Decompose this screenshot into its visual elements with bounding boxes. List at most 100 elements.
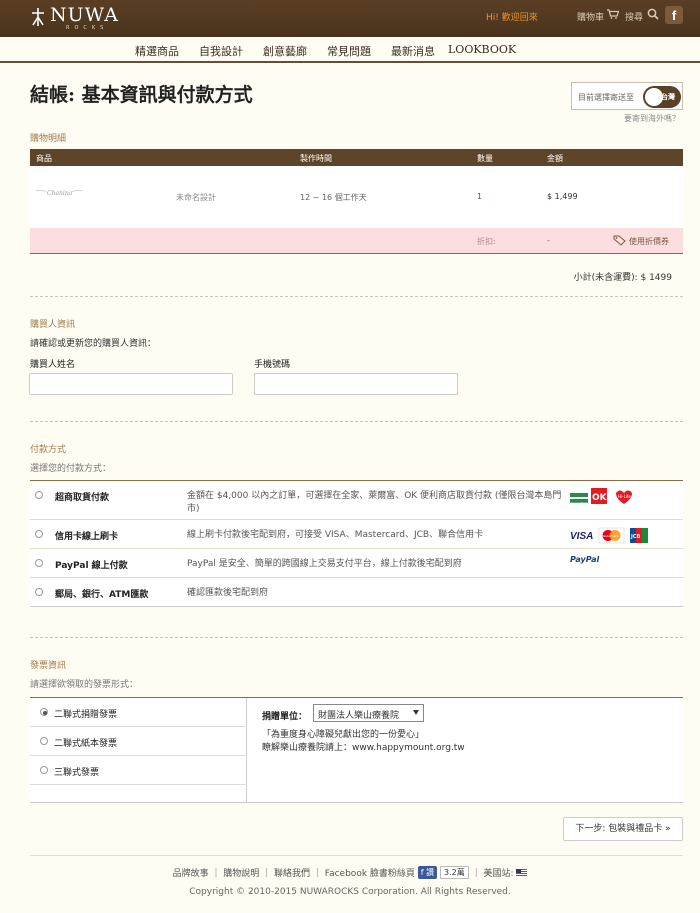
buyer-name-label: 購買人姓名 (30, 360, 76, 370)
invoice-box: 二聯式捐贈發票 二聯式紙本發票 三聯式發票 捐贈單位： 財團法人樂山療養院 「為… (30, 697, 683, 803)
chevron-down-icon (413, 710, 419, 715)
ship-abroad-link[interactable]: 要寄到海外嗎？ (624, 113, 680, 124)
header-amount: 金額 (547, 154, 563, 163)
donate-select-value: 財團法人樂山療養院 (318, 711, 400, 721)
cvs-logos: FamilyMart OK Hi-Life (570, 487, 650, 505)
invoice-option-triplicate[interactable]: 三聯式發票 (30, 756, 247, 785)
fb-like-count: 3.2萬 (440, 866, 469, 879)
discount-row: 折扣: - 使用折價券 (30, 228, 683, 254)
footer-links: 品牌故事 ｜ 購物說明 ｜ 聯絡我們 ｜ Facebook 臉書粉絲頁 f 讚 … (0, 866, 700, 879)
credit-card-logos-icon: VISA MasterCard JCB (570, 527, 648, 544)
payment-radio[interactable] (35, 559, 43, 567)
country-value: 台灣 (661, 93, 675, 101)
invoice-options: 二聯式捐贈發票 二聯式紙本發票 三聯式發票 (30, 698, 247, 803)
payment-name: PayPal 線上付款 (55, 561, 128, 571)
nav-item-lookbook[interactable]: LOOKBOOK (448, 43, 516, 56)
copyright: Copyright © 2010-2015 NUWAROCKS Corporat… (189, 887, 511, 897)
logo-sub: ROCKS (66, 25, 109, 31)
nav-item-featured[interactable]: 精選商品 (135, 43, 179, 59)
country-selector[interactable]: 目前選擇寄送至 台灣 (571, 82, 683, 110)
invoice-section-label: 發票資訊 (30, 661, 67, 671)
nav-item-faq[interactable]: 常見問題 (327, 43, 371, 59)
donate-select[interactable]: 財團法人樂山療養院 (313, 704, 424, 722)
us-site-label: ｜ 美國站: (471, 869, 514, 879)
svg-text:MasterCard: MasterCard (601, 534, 618, 538)
footer-nav-links[interactable]: 品牌故事 ｜ 購物說明 ｜ 聯絡我們 ｜ Facebook 臉書粉絲頁 (173, 866, 415, 879)
product-thumbnail[interactable]: Chanina (34, 186, 84, 200)
next-step-button[interactable]: 下一步: 包裝與禮品卡 » (563, 817, 683, 841)
country-badge[interactable]: 台灣 (643, 86, 681, 108)
invoice-radio-selected[interactable] (40, 708, 48, 716)
payment-name: 郵局、銀行、ATM匯款 (55, 590, 149, 600)
payment-desc: 金額在 $4,000 以內之訂單，可選擇在全家、萊爾富、OK 便利商店取貨付款 … (187, 491, 562, 514)
buyer-name-input[interactable] (29, 373, 233, 395)
buyer-phone-input[interactable] (254, 373, 458, 395)
invoice-option-donate[interactable]: 二聯式捐贈發票 (30, 698, 247, 727)
header-production: 製作時間 (300, 154, 332, 163)
discount-value: - (547, 236, 550, 245)
header-product: 商品 (36, 154, 52, 163)
us-flag-icon[interactable] (516, 869, 528, 876)
search-link[interactable]: 搜尋 (625, 10, 643, 23)
payment-option-credit-card[interactable]: 信用卡線上刷卡 線上刷卡付款後宅配到府，可接受 VISA、Mastercard、… (30, 520, 683, 549)
payment-desc: PayPal 是安全、簡單的跨國線上交易支付平台，線上付款後宅配到府 (187, 559, 462, 569)
coupon-tag-icon[interactable] (613, 234, 627, 246)
subtotal: 小計(未含運費): $ 1499 (573, 273, 672, 283)
country-label: 目前選擇寄送至 (578, 93, 634, 102)
cart-link[interactable]: 購物車 (577, 10, 604, 23)
cart-row: Chanina 未命名設計 12 ~ 16 個工作天 1 $ 1,499 (30, 166, 683, 228)
discount-label: 折扣: (477, 237, 496, 246)
payment-hint: 選擇您的付款方式： (30, 464, 112, 474)
donate-link[interactable]: 瞭解樂山療養院請上：www.happymount.org.tw (262, 740, 465, 753)
invoice-radio[interactable] (40, 766, 48, 774)
invoice-option-paper[interactable]: 二聯式紙本發票 (30, 727, 247, 756)
payment-name: 信用卡線上刷卡 (55, 532, 119, 542)
invoice-hint: 請選擇欲領取的發票形式： (30, 680, 139, 690)
facebook-icon[interactable]: f (665, 6, 683, 24)
svg-text:JCB: JCB (630, 534, 641, 540)
page-title: 結帳: 基本資訊與付款方式 (30, 84, 253, 106)
fb-like-button[interactable]: f 讚 (417, 866, 438, 879)
logo-name: NUWA (50, 4, 119, 26)
divider (30, 421, 683, 422)
payment-radio[interactable] (35, 530, 43, 538)
payment-name: 超商取貨付款 (55, 493, 110, 503)
product-name: 未命名設計 (176, 193, 216, 202)
paypal-logo: PayPal (570, 555, 600, 564)
svg-text:Chanina: Chanina (47, 190, 73, 197)
item-amount: $ 1,499 (547, 192, 578, 201)
buyer-phone-label: 手機號碼 (254, 360, 291, 370)
payment-option-atm[interactable]: 郵局、銀行、ATM匯款 確認匯款後宅配到府 (30, 578, 683, 607)
cart-table-header: 商品 製作時間 數量 金額 (30, 149, 683, 166)
fb-like-label: 讚 (426, 868, 435, 877)
payment-option-paypal[interactable]: PayPal 線上付款 PayPal 是安全、簡單的跨國線上交易支付平台，線上付… (30, 549, 683, 578)
svg-text:OK: OK (592, 493, 608, 503)
invoice-option-label: 三聯式發票 (54, 768, 100, 778)
svg-text:Hi-Life: Hi-Life (618, 494, 631, 499)
payment-desc: 確認匯款後宅配到府 (187, 588, 269, 598)
nav-item-design[interactable]: 自我設計 (199, 43, 243, 59)
cart-section-label: 購物明細 (30, 134, 67, 144)
greeting-link[interactable]: Hi! 歡迎回來 (486, 10, 538, 23)
top-bar: NUWA ROCKS Hi! 歡迎回來 購物車 搜尋 f (0, 0, 700, 37)
nav-item-gallery[interactable]: 創意藝廊 (263, 43, 307, 59)
buyer-hint: 請確認或更新您的購買人資訊： (30, 339, 157, 349)
search-icon[interactable] (647, 8, 659, 20)
payment-radio[interactable] (35, 491, 43, 499)
logo-mark-icon (32, 8, 44, 26)
payment-radio[interactable] (35, 588, 43, 596)
divider (30, 296, 683, 297)
payment-desc: 線上刷卡付款後宅配到府，可接受 VISA、Mastercard、JCB、聯合信用… (187, 530, 484, 540)
invoice-radio[interactable] (40, 737, 48, 745)
cart-icon[interactable] (607, 9, 619, 19)
item-qty: 1 (477, 192, 483, 201)
use-coupon-link[interactable]: 使用折價券 (629, 236, 669, 247)
payment-option-cvs[interactable]: 超商取貨付款 金額在 $4,000 以內之訂單，可選擇在全家、萊爾富、OK 便利… (30, 480, 683, 520)
donate-quote: 「為重度身心障礙兒獻出您的一份愛心」 (262, 730, 425, 740)
card-logos: VISA MasterCard JCB (570, 526, 652, 544)
production-time: 12 ~ 16 個工作天 (300, 193, 367, 202)
main-nav: 精選商品 自我設計 創意藝廊 常見問題 最新消息 LOOKBOOK (0, 37, 700, 63)
header-qty: 數量 (477, 154, 493, 163)
divider (30, 637, 683, 638)
nav-item-news[interactable]: 最新消息 (391, 43, 435, 59)
